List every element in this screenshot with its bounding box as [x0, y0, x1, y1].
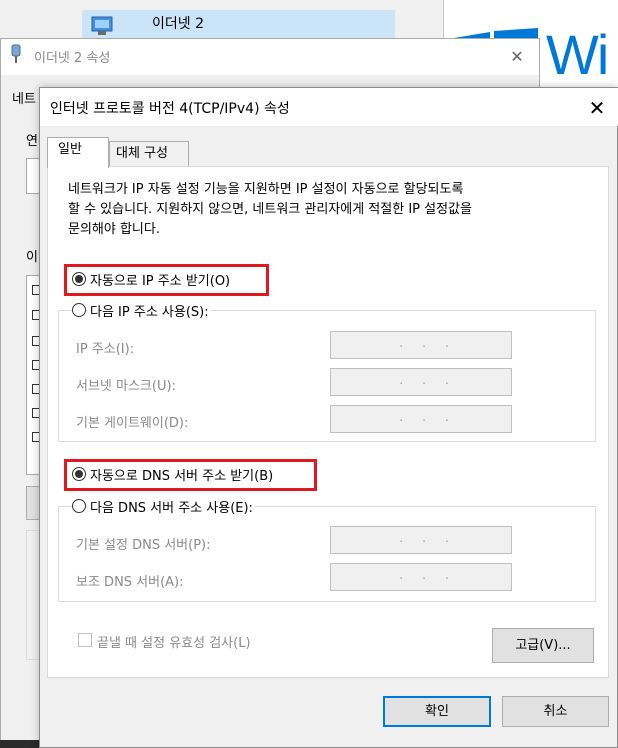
ipv4-dialog-close-button[interactable]: ✕ — [584, 96, 610, 122]
preferred-dns-dots: . . . — [399, 531, 449, 545]
alternate-dns-label: 보조 DNS 서버(A): — [76, 575, 184, 590]
ip-settings-description: 네트워크가 IP 자동 설정 기능을 지원하면 IP 설정이 자동으로 할당되도… — [68, 182, 472, 237]
adapter-properties-tab-networking[interactable]: 네트 — [12, 88, 36, 107]
subnet-mask-label: 서브넷 마스크(U): — [76, 379, 176, 394]
adapter-properties-close-button[interactable]: ✕ — [506, 46, 528, 68]
manual-ip-label[interactable]: 다음 IP 주소 사용(S): — [88, 301, 211, 320]
validate-on-exit-checkbox[interactable] — [78, 633, 92, 647]
ok-button[interactable]: 확인 — [383, 696, 491, 727]
adapter-properties-items-label: 이 — [26, 250, 38, 265]
adapter-properties-description-box — [26, 530, 40, 660]
adapter-list-item-ethernet2[interactable] — [82, 10, 395, 40]
subnet-mask-dots: . . . — [399, 373, 449, 387]
windows-logo-text: Wi — [546, 23, 609, 86]
network-plug-icon — [11, 44, 21, 63]
adapter-list-item-label: 이더넷 2 — [152, 16, 204, 32]
adapter-properties-install-button[interactable] — [26, 486, 40, 520]
ip-address-dots: . . . — [399, 336, 449, 350]
cancel-button[interactable]: 취소 — [502, 696, 609, 727]
preferred-dns-label: 기본 설정 DNS 서버(P): — [76, 538, 211, 553]
adapter-properties-device-box — [26, 158, 40, 194]
advanced-button[interactable]: 고급(V)... — [492, 628, 594, 663]
ip-address-label: IP 주소(I): — [76, 342, 135, 357]
manual-ip-radio[interactable] — [72, 303, 86, 317]
adapter-properties-connect-label: 연 — [26, 134, 38, 149]
auto-dns-highlight — [64, 459, 317, 491]
ipv4-dialog-title: 인터넷 프로토콜 버전 4(TCP/IPv4) 속성 — [50, 101, 290, 117]
manual-dns-label[interactable]: 다음 DNS 서버 주소 사용(E): — [88, 497, 255, 516]
adapter-properties-items-list[interactable] — [26, 275, 40, 475]
default-gateway-label: 기본 게이트웨이(D): — [76, 416, 189, 431]
network-adapter-icon — [91, 16, 113, 35]
auto-ip-highlight — [64, 264, 269, 296]
adapter-properties-title: 이더넷 2 속성 — [34, 51, 111, 66]
validate-on-exit-label[interactable]: 끝낼 때 설정 유효성 검사(L) — [97, 632, 251, 651]
alternate-dns-dots: . . . — [399, 568, 449, 582]
default-gateway-dots: . . . — [399, 410, 449, 424]
manual-dns-radio[interactable] — [72, 499, 86, 513]
tab-general[interactable]: 일반 — [47, 137, 109, 168]
tab-alternate-configuration[interactable]: 대체 구성 — [109, 141, 189, 167]
